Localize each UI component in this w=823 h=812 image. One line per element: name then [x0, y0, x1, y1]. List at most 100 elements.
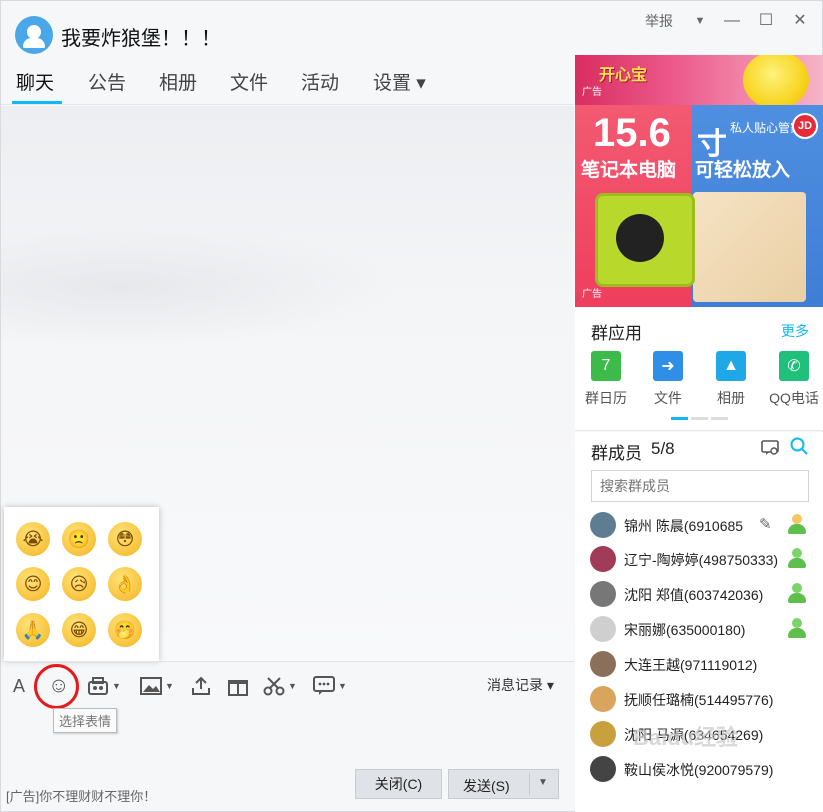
- avatar: [590, 512, 616, 538]
- tab-activity[interactable]: 活动: [301, 68, 339, 95]
- member-name: 锦州 陈晨(6910685: [624, 518, 744, 534]
- group-members-panel: 群成员 5/8 锦州 陈晨(6910685 ✎ 辽宁-陶婷婷(498750333…: [575, 432, 823, 812]
- member-row[interactable]: 宋丽娜(635000180): [575, 612, 823, 648]
- active-tab-indicator: [12, 101, 62, 104]
- emoji-grin[interactable]: 😁: [62, 613, 96, 647]
- phone-icon: ✆: [779, 351, 809, 381]
- tab-bar: 聊天 公告 相册 文件 活动 设置 ▾: [1, 61, 574, 105]
- admin-icon: [787, 583, 807, 605]
- footer-ad-link[interactable]: [广告]你不理财财不理你！: [6, 786, 156, 805]
- maximize-icon[interactable]: ☐: [749, 11, 783, 31]
- app-qq-call[interactable]: ✆ QQ电话: [764, 351, 823, 408]
- member-row[interactable]: 辽宁-陶婷婷(498750333): [575, 542, 823, 578]
- member-row[interactable]: 鞍山侯冰悦(920079579): [575, 752, 823, 788]
- members-title: 群成员: [591, 444, 642, 463]
- tab-announcement[interactable]: 公告: [88, 68, 126, 95]
- avatar: [590, 581, 616, 607]
- member-name: 抚顺任璐楠(514495776): [624, 692, 774, 708]
- avatar: [590, 546, 616, 572]
- member-row[interactable]: 大连王越(971119012): [575, 647, 823, 683]
- admin-icon: [787, 548, 807, 570]
- close-icon[interactable]: ✕: [783, 11, 817, 31]
- emoji-sad[interactable]: 🙁: [62, 522, 96, 556]
- app-calendar-label: 群日历: [585, 390, 627, 406]
- tab-album[interactable]: 相册: [159, 68, 197, 95]
- member-row[interactable]: 锦州 陈晨(6910685 ✎: [575, 508, 823, 544]
- member-name: 宋丽娜(635000180): [624, 622, 746, 638]
- album-icon: ▲: [716, 351, 746, 381]
- admin-icon: [787, 618, 807, 640]
- folder-icon: ➜: [653, 351, 683, 381]
- owner-icon: [787, 514, 807, 536]
- title-bar: 我要炸狼堡！！！: [1, 1, 574, 61]
- avatar: [590, 616, 616, 642]
- emoji-ok-hand[interactable]: 👌: [108, 567, 142, 601]
- top-banner-ad[interactable]: 开心宝 广告: [575, 55, 823, 105]
- member-row[interactable]: 沈阳 郑值(603742036): [575, 577, 823, 613]
- ad-big-number: 15.6: [593, 111, 671, 155]
- minimize-icon[interactable]: —: [715, 11, 749, 31]
- font-icon[interactable]: A: [13, 674, 25, 698]
- window-controls: 举报 ▼ — ☐ ✕: [645, 11, 817, 31]
- emoji-shocked[interactable]: 😳: [108, 522, 142, 556]
- laptop-bag-ad[interactable]: 15.6 笔记本电脑 寸 私人贴心管家 可轻松放入 JD 广告: [575, 105, 823, 307]
- member-message-icon[interactable]: [761, 440, 779, 460]
- avatar: [590, 756, 616, 782]
- emoji-pray[interactable]: 🙏: [16, 613, 50, 647]
- ad-left-subtitle: 笔记本电脑: [581, 160, 677, 181]
- send-button-label: 发送(S): [463, 778, 510, 794]
- upload-icon[interactable]: [191, 674, 211, 698]
- members-count: 5/8: [651, 439, 675, 458]
- member-search-icon[interactable]: [790, 437, 808, 460]
- laptop-image: [693, 192, 806, 302]
- tab-settings[interactable]: 设置 ▾: [373, 68, 426, 95]
- send-button[interactable]: 发送(S) ▼: [448, 769, 559, 799]
- group-title: 我要炸狼堡！！！: [61, 28, 221, 50]
- app-album[interactable]: ▲ 相册: [701, 351, 761, 408]
- member-row[interactable]: 抚顺任璐楠(514495776): [575, 682, 823, 718]
- emoji-smile[interactable]: 😊: [16, 567, 50, 601]
- ad-tag-2: 广告: [582, 289, 602, 300]
- app-album-label: 相册: [717, 390, 745, 406]
- member-search-input[interactable]: [591, 470, 809, 502]
- emoji-sweat[interactable]: 😥: [62, 567, 96, 601]
- tab-files[interactable]: 文件: [230, 68, 268, 95]
- font-glyph: A: [13, 675, 26, 696]
- ad-tag: 广告: [582, 87, 602, 98]
- ad-badge-text: 开心宝: [599, 67, 648, 84]
- emoji-picker-panel: 😭 🙁 😳 😊 😥 👌 🙏 😁 🤭: [4, 507, 159, 661]
- member-name: 辽宁-陶婷婷(498750333): [624, 552, 779, 568]
- member-name: 沈阳 郑值(603742036): [624, 587, 764, 603]
- app-files[interactable]: ➜ 文件: [638, 351, 698, 408]
- jd-logo: JD: [792, 113, 818, 139]
- app-qq-call-label: QQ电话: [769, 390, 819, 406]
- message-history-button[interactable]: 消息记录 ▾: [487, 675, 554, 695]
- report-button[interactable]: 举报: [645, 11, 685, 31]
- emoji-crying[interactable]: 😭: [16, 522, 50, 556]
- ad-right-subtitle: 可轻松放入: [695, 160, 791, 181]
- emoji-tooltip: 选择表情: [53, 708, 118, 733]
- image-icon[interactable]: ▼: [140, 674, 174, 698]
- gift-icon[interactable]: [227, 674, 249, 698]
- close-button[interactable]: 关闭(C): [355, 769, 442, 799]
- group-avatar[interactable]: [15, 16, 53, 54]
- magic-emoji-icon[interactable]: ▼: [87, 674, 121, 698]
- avatar: [590, 686, 616, 712]
- avatar: [590, 651, 616, 677]
- avatar: [590, 721, 616, 747]
- group-apps-title: 群应用: [591, 324, 642, 343]
- edit-icon[interactable]: ✎: [759, 515, 772, 533]
- group-apps-panel: 群应用 更多 7 群日历 ➜ 文件 ▲ 相册 ✆ QQ电话: [575, 307, 823, 431]
- group-apps-more-link[interactable]: 更多: [781, 321, 809, 341]
- baidu-watermark: Baidu经验: [633, 725, 739, 750]
- app-files-label: 文件: [654, 390, 682, 406]
- screenshot-icon[interactable]: ▼: [263, 674, 297, 698]
- chat-tools-icon[interactable]: ▼: [313, 674, 347, 698]
- send-options-chevron-icon[interactable]: ▼: [538, 777, 548, 788]
- apps-page-indicator[interactable]: [671, 417, 728, 420]
- tab-chat[interactable]: 聊天: [16, 68, 54, 95]
- emoji-giggle[interactable]: 🤭: [108, 613, 142, 647]
- qq-group-chat-window: 我要炸狼堡！！！ 举报 ▼ — ☐ ✕ 聊天 公告 相册 文件 活动 设置 ▾ …: [0, 0, 823, 812]
- app-calendar[interactable]: 7 群日历: [576, 351, 636, 408]
- dropdown-icon[interactable]: ▼: [685, 11, 715, 31]
